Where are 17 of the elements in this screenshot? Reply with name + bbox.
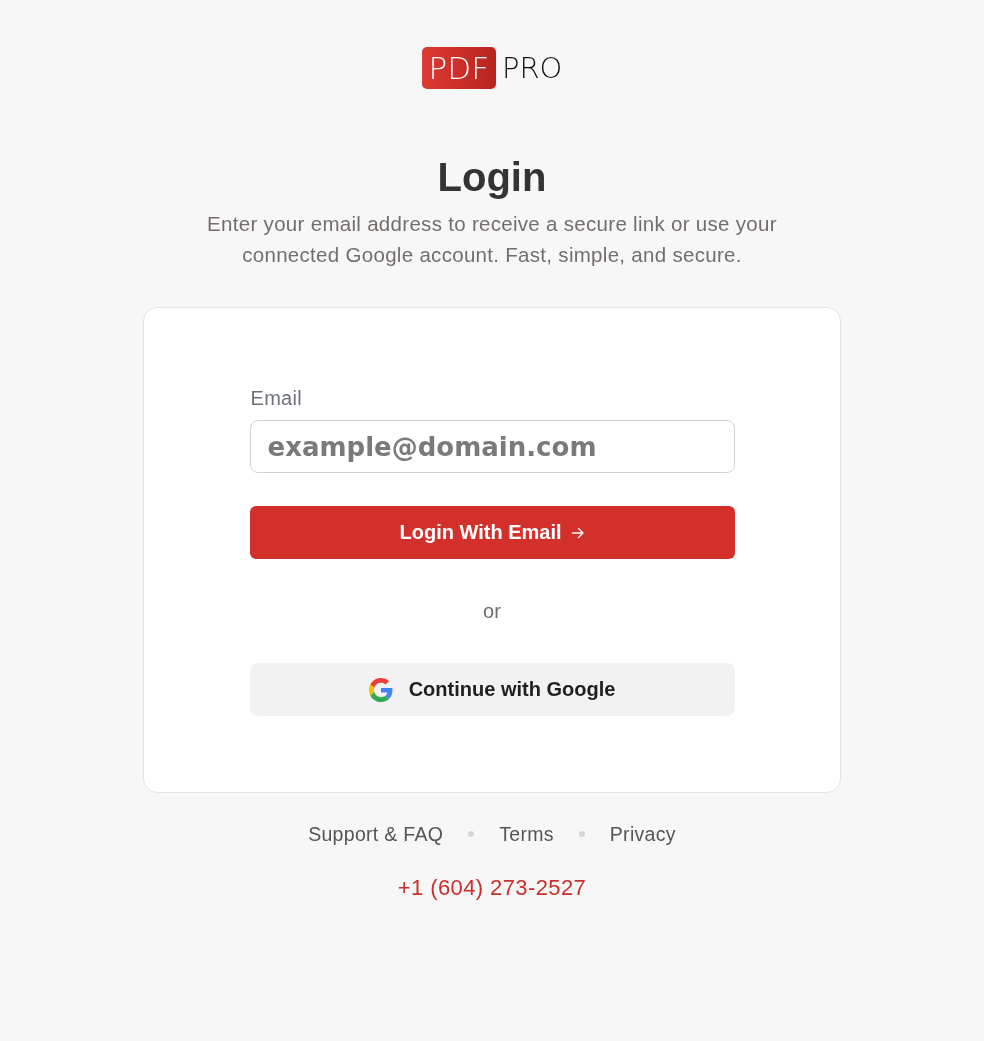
footer-link[interactable]: Support & FAQ bbox=[308, 822, 444, 846]
google-login-button[interactable]: Continue with Google bbox=[249, 663, 735, 716]
separator-dot-icon bbox=[578, 831, 585, 837]
logo-badge: PDF bbox=[421, 47, 496, 89]
login-email-button[interactable]: Login With Email bbox=[249, 506, 735, 559]
logo-text: PRO bbox=[501, 50, 563, 87]
footer-link[interactable]: Terms bbox=[499, 822, 554, 846]
separator-dot-icon bbox=[468, 831, 475, 837]
page-subtitle: Enter your email address to receive a secure link or use your connected Google account. Fast, simple, and secure. bbox=[206, 211, 778, 268]
email-label: Email bbox=[250, 386, 302, 410]
arrow-right-icon bbox=[570, 525, 585, 540]
or-divider-text: or bbox=[483, 599, 501, 624]
page-title: Login bbox=[437, 154, 547, 201]
footer-link[interactable]: Privacy bbox=[609, 822, 676, 846]
google-g-icon bbox=[368, 677, 393, 702]
phone-link[interactable]: +1 (604) 273-2527 bbox=[397, 875, 587, 900]
email-input-field[interactable]: example@domain.com bbox=[249, 420, 735, 473]
